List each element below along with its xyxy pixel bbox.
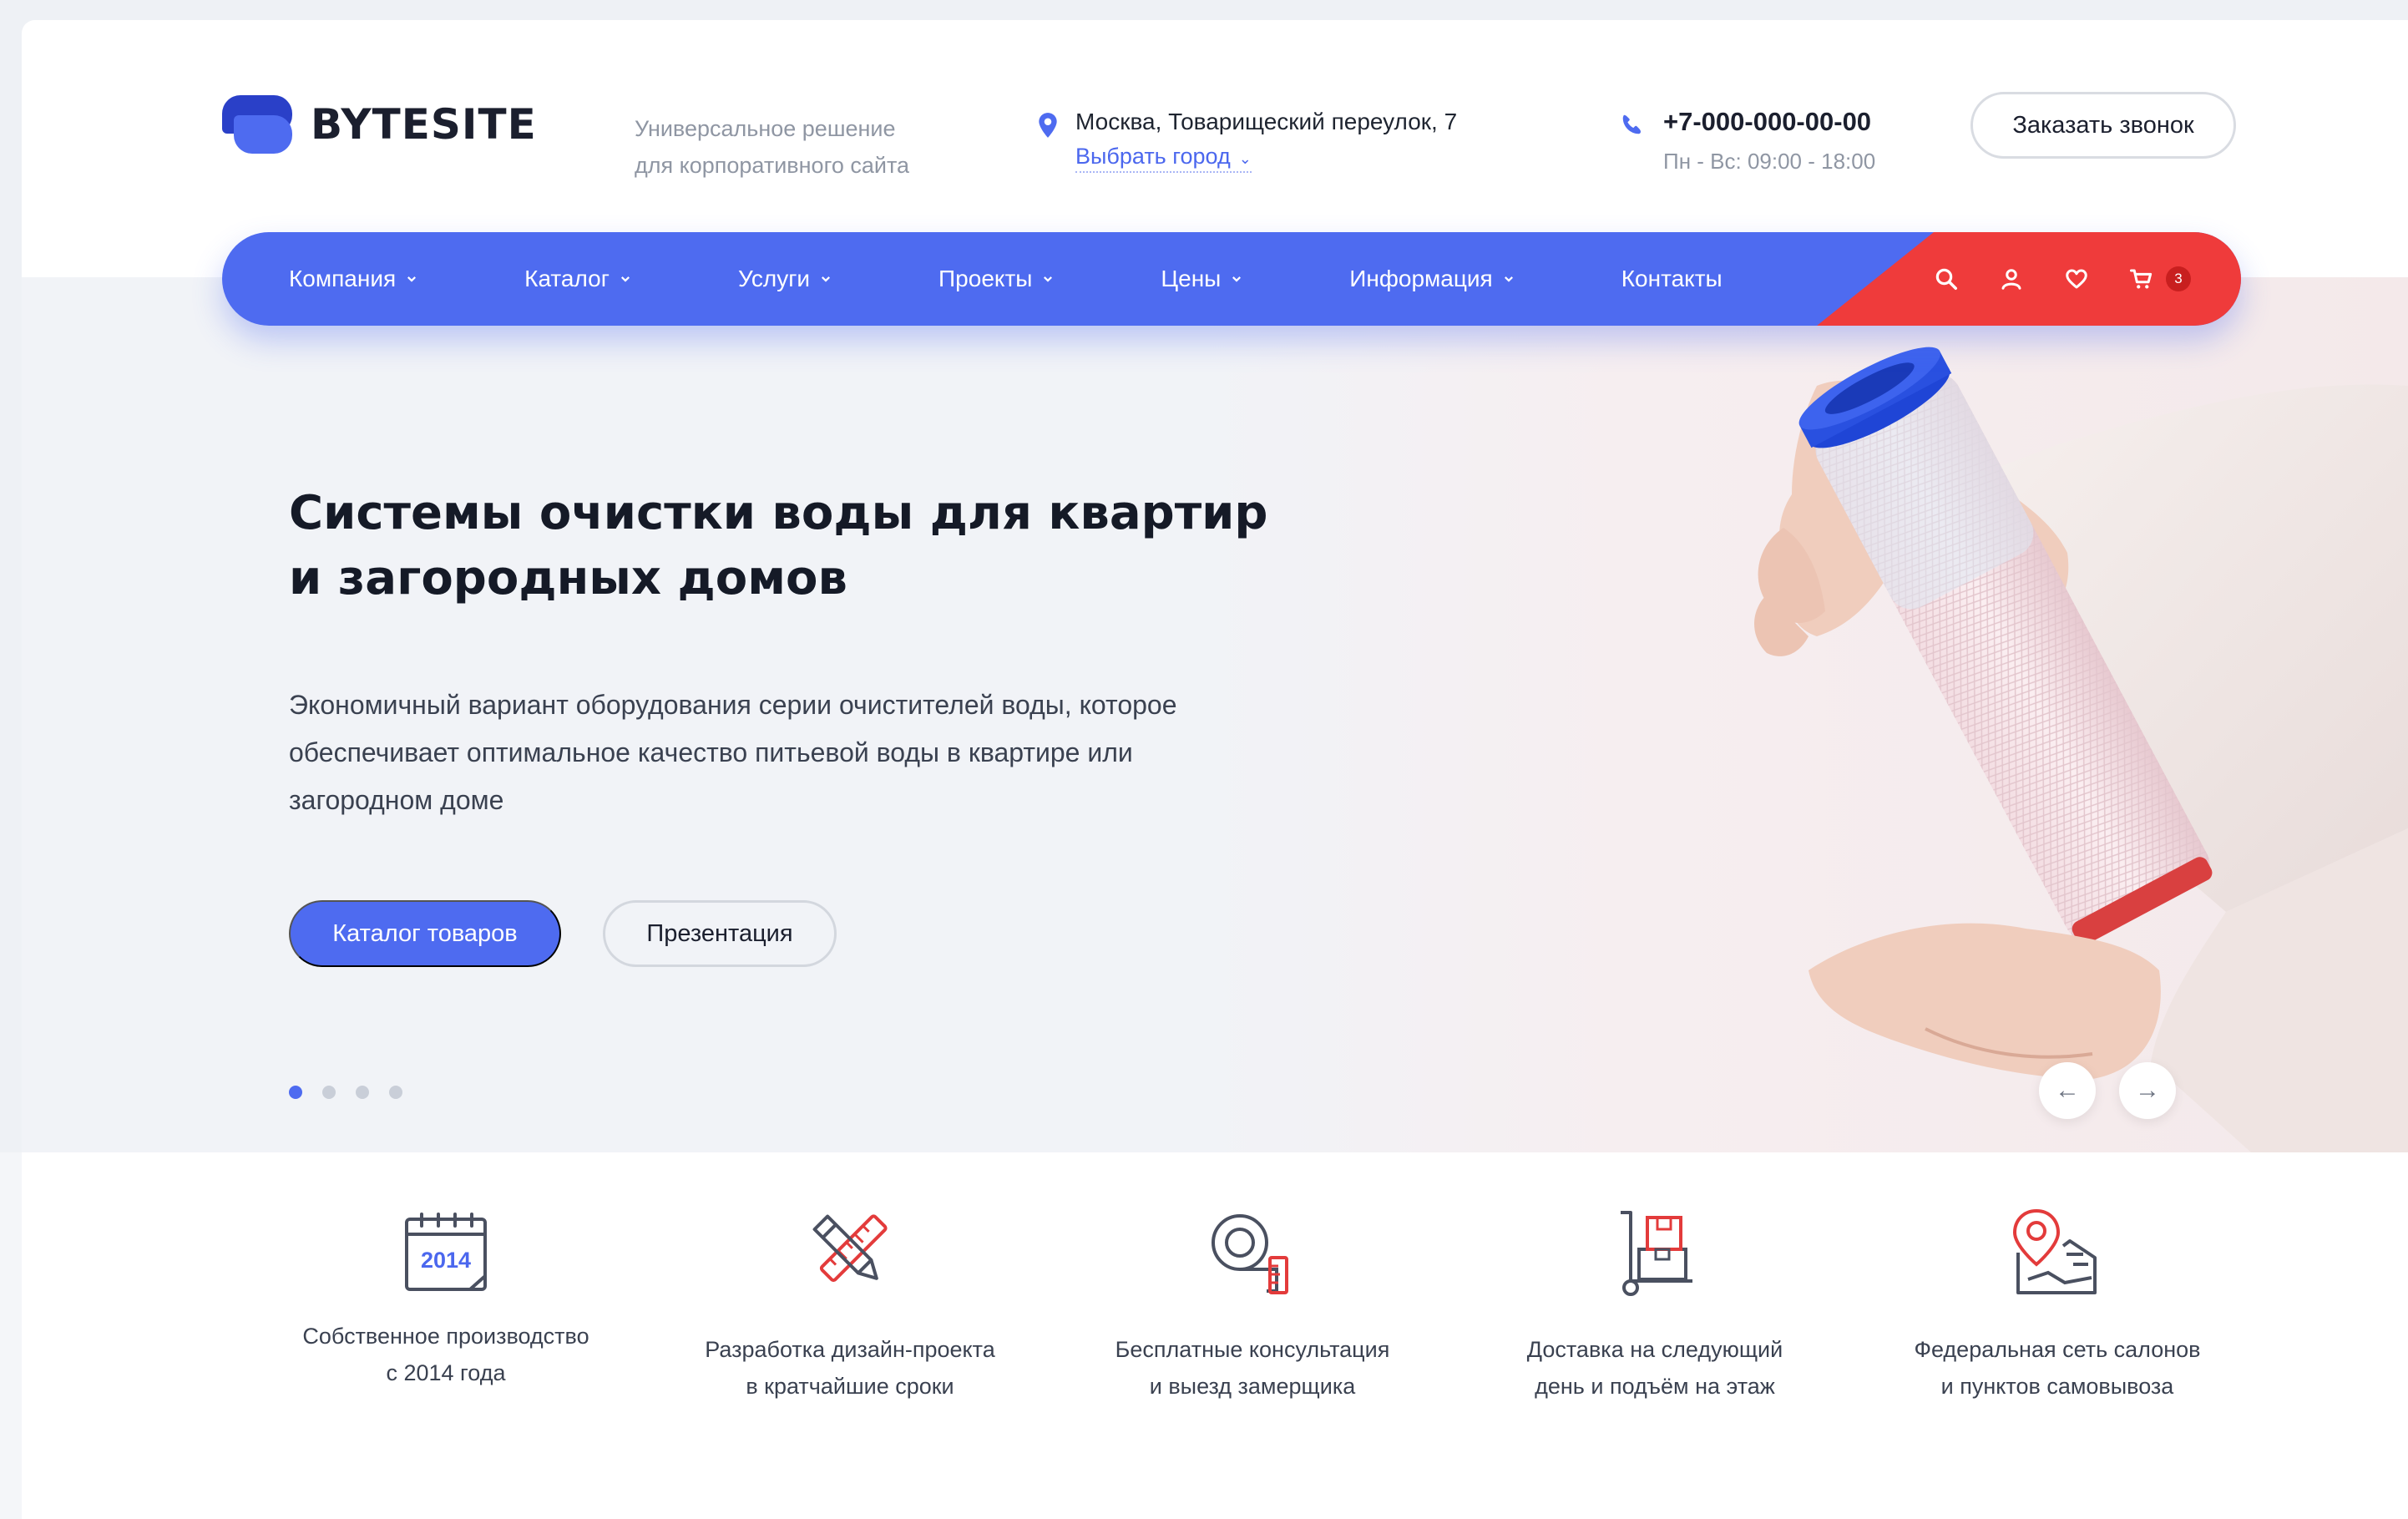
nav-item-label: Каталог (524, 266, 610, 291)
feature-item: Федеральная сеть салонов и пунктов самов… (1874, 1206, 2241, 1405)
tagline-line: Универсальное решение (635, 116, 896, 141)
nav-item-info[interactable]: Информация (1349, 266, 1514, 292)
chevron-down-icon (1044, 276, 1053, 282)
callback-button[interactable]: Заказать звонок (1970, 92, 2236, 159)
nav-item-label: Цены (1161, 266, 1222, 291)
working-hours: Пн - Вс: 09:00 - 18:00 (1663, 149, 1876, 174)
nav-item-label: Информация (1349, 266, 1493, 291)
feature-text-line: Разработка дизайн-проекта (705, 1337, 995, 1362)
hero-image (1207, 277, 2408, 1152)
feature-text-line: день и подъём на этаж (1535, 1374, 1775, 1399)
search-icon[interactable] (1934, 266, 1959, 291)
feature-item: Доставка на следующий день и подъём на э… (1471, 1206, 1839, 1405)
feature-text-line: Собственное производство (302, 1324, 589, 1349)
location-pin-icon (1039, 113, 1057, 138)
nav-item-contacts[interactable]: Контакты (1621, 266, 1723, 292)
catalog-button[interactable]: Каталог товаров (289, 900, 561, 967)
hero-title-line: и загородных домов (289, 551, 847, 605)
feature-text-line: и пунктов самовывоза (1940, 1374, 2174, 1399)
hero-desc-line: Экономичный вариант оборудования серии о… (289, 690, 1177, 720)
calendar-year: 2014 (421, 1248, 471, 1273)
hand-truck-icon (1621, 1211, 1692, 1296)
chevron-down-icon (1232, 276, 1242, 282)
nav-item-label: Услуги (737, 266, 811, 291)
slider-pagination (289, 1086, 402, 1099)
slider-next-button[interactable]: → (2119, 1062, 2176, 1119)
chevron-down-icon (620, 276, 630, 282)
chevron-down-icon (1504, 276, 1513, 282)
arrow-left-icon: ← (2055, 1076, 2080, 1104)
feature-text: Доставка на следующий день и подъём на э… (1471, 1331, 1839, 1405)
nav-actions: 3 (1934, 232, 2191, 326)
tagline-line: для корпоративного сайта (635, 153, 910, 178)
heart-icon[interactable] (2064, 266, 2089, 291)
slider-dot-4[interactable] (389, 1086, 402, 1099)
site-tagline: Универсальное решение для корпоративного… (635, 110, 909, 184)
nav-item-label: Контакты (1621, 266, 1723, 291)
main-nav: Компания Каталог Услуги Проекты Цены Инф… (222, 232, 2241, 326)
cart-count-badge: 3 (2166, 266, 2191, 291)
map-pin-icon (2012, 1208, 2097, 1294)
calendar-icon: 2014 (405, 1213, 487, 1291)
feature-text: Бесплатные консультация и выезд замерщик… (1069, 1331, 1436, 1405)
phone-icon (1622, 114, 1641, 134)
feature-text-line: Доставка на следующий (1526, 1337, 1783, 1362)
nav-menu: Компания Каталог Услуги Проекты Цены Инф… (289, 232, 1723, 326)
hero-slider: Системы очистки воды для квартир и загор… (22, 277, 2408, 1152)
chevron-down-icon: ⌄ (1238, 150, 1252, 167)
hero-description: Экономичный вариант оборудования серии о… (289, 681, 1291, 824)
features-section: 2014 Собственное производство с 2014 год… (22, 1206, 2408, 1473)
cart-icon[interactable] (2129, 266, 2154, 291)
feature-text-line: в кратчайшие сроки (746, 1374, 954, 1399)
slider-dot-1[interactable] (289, 1086, 302, 1099)
feature-item: 2014 Собственное производство с 2014 год… (262, 1206, 630, 1391)
hero-title-line: Системы очистки воды для квартир (289, 486, 1268, 540)
feature-text-line: с 2014 года (386, 1360, 506, 1385)
tape-measure-icon (1212, 1214, 1288, 1294)
nav-item-company[interactable]: Компания (289, 266, 417, 292)
logo-mark-icon (222, 95, 292, 154)
page-card: BYTESITE Универсальное решение для корпо… (22, 20, 2408, 1519)
feature-text: Разработка дизайн-проекта в кратчайшие с… (666, 1331, 1034, 1405)
city-select-link[interactable]: Выбрать город ⌄ (1075, 144, 1252, 173)
feature-item: Бесплатные консультация и выезд замерщик… (1069, 1206, 1436, 1405)
slider-dot-2[interactable] (322, 1086, 336, 1099)
presentation-button[interactable]: Презентация (603, 900, 837, 967)
nav-item-prices[interactable]: Цены (1161, 266, 1242, 292)
city-select-label: Выбрать город (1075, 144, 1231, 169)
hero-desc-line: загородном доме (289, 785, 504, 815)
arrow-right-icon: → (2135, 1076, 2160, 1104)
feature-text-line: и выезд замерщика (1149, 1374, 1356, 1399)
slider-prev-button[interactable]: ← (2039, 1062, 2096, 1119)
hero-desc-line: обеспечивает оптимальное качество питьев… (289, 737, 1133, 767)
logo-text: BYTESITE (311, 100, 537, 149)
nav-item-label: Компания (289, 266, 397, 291)
feature-text: Собственное производство с 2014 года (262, 1318, 630, 1391)
feature-text: Федеральная сеть салонов и пунктов самов… (1874, 1331, 2241, 1405)
address-text: Москва, Товарищеский переулок, 7 (1075, 109, 1458, 134)
hero-title: Системы очистки воды для квартир и загор… (289, 481, 1291, 611)
nav-item-label: Проекты (938, 266, 1033, 291)
nav-item-services[interactable]: Услуги (738, 266, 832, 292)
feature-text-line: Бесплатные консультация (1115, 1337, 1390, 1362)
user-icon[interactable] (1999, 266, 2024, 291)
chevron-down-icon (822, 276, 831, 282)
chevron-down-icon (407, 276, 417, 282)
feature-text-line: Федеральная сеть салонов (1914, 1337, 2201, 1362)
design-tools-icon (812, 1214, 888, 1283)
site-logo[interactable]: BYTESITE (222, 95, 537, 154)
nav-item-catalog[interactable]: Каталог (524, 266, 631, 292)
feature-item: Разработка дизайн-проекта в кратчайшие с… (666, 1206, 1034, 1405)
phone-number-link[interactable]: +7-000-000-00-00 (1663, 107, 1871, 137)
slider-dot-3[interactable] (356, 1086, 369, 1099)
nav-item-projects[interactable]: Проекты (938, 266, 1054, 292)
